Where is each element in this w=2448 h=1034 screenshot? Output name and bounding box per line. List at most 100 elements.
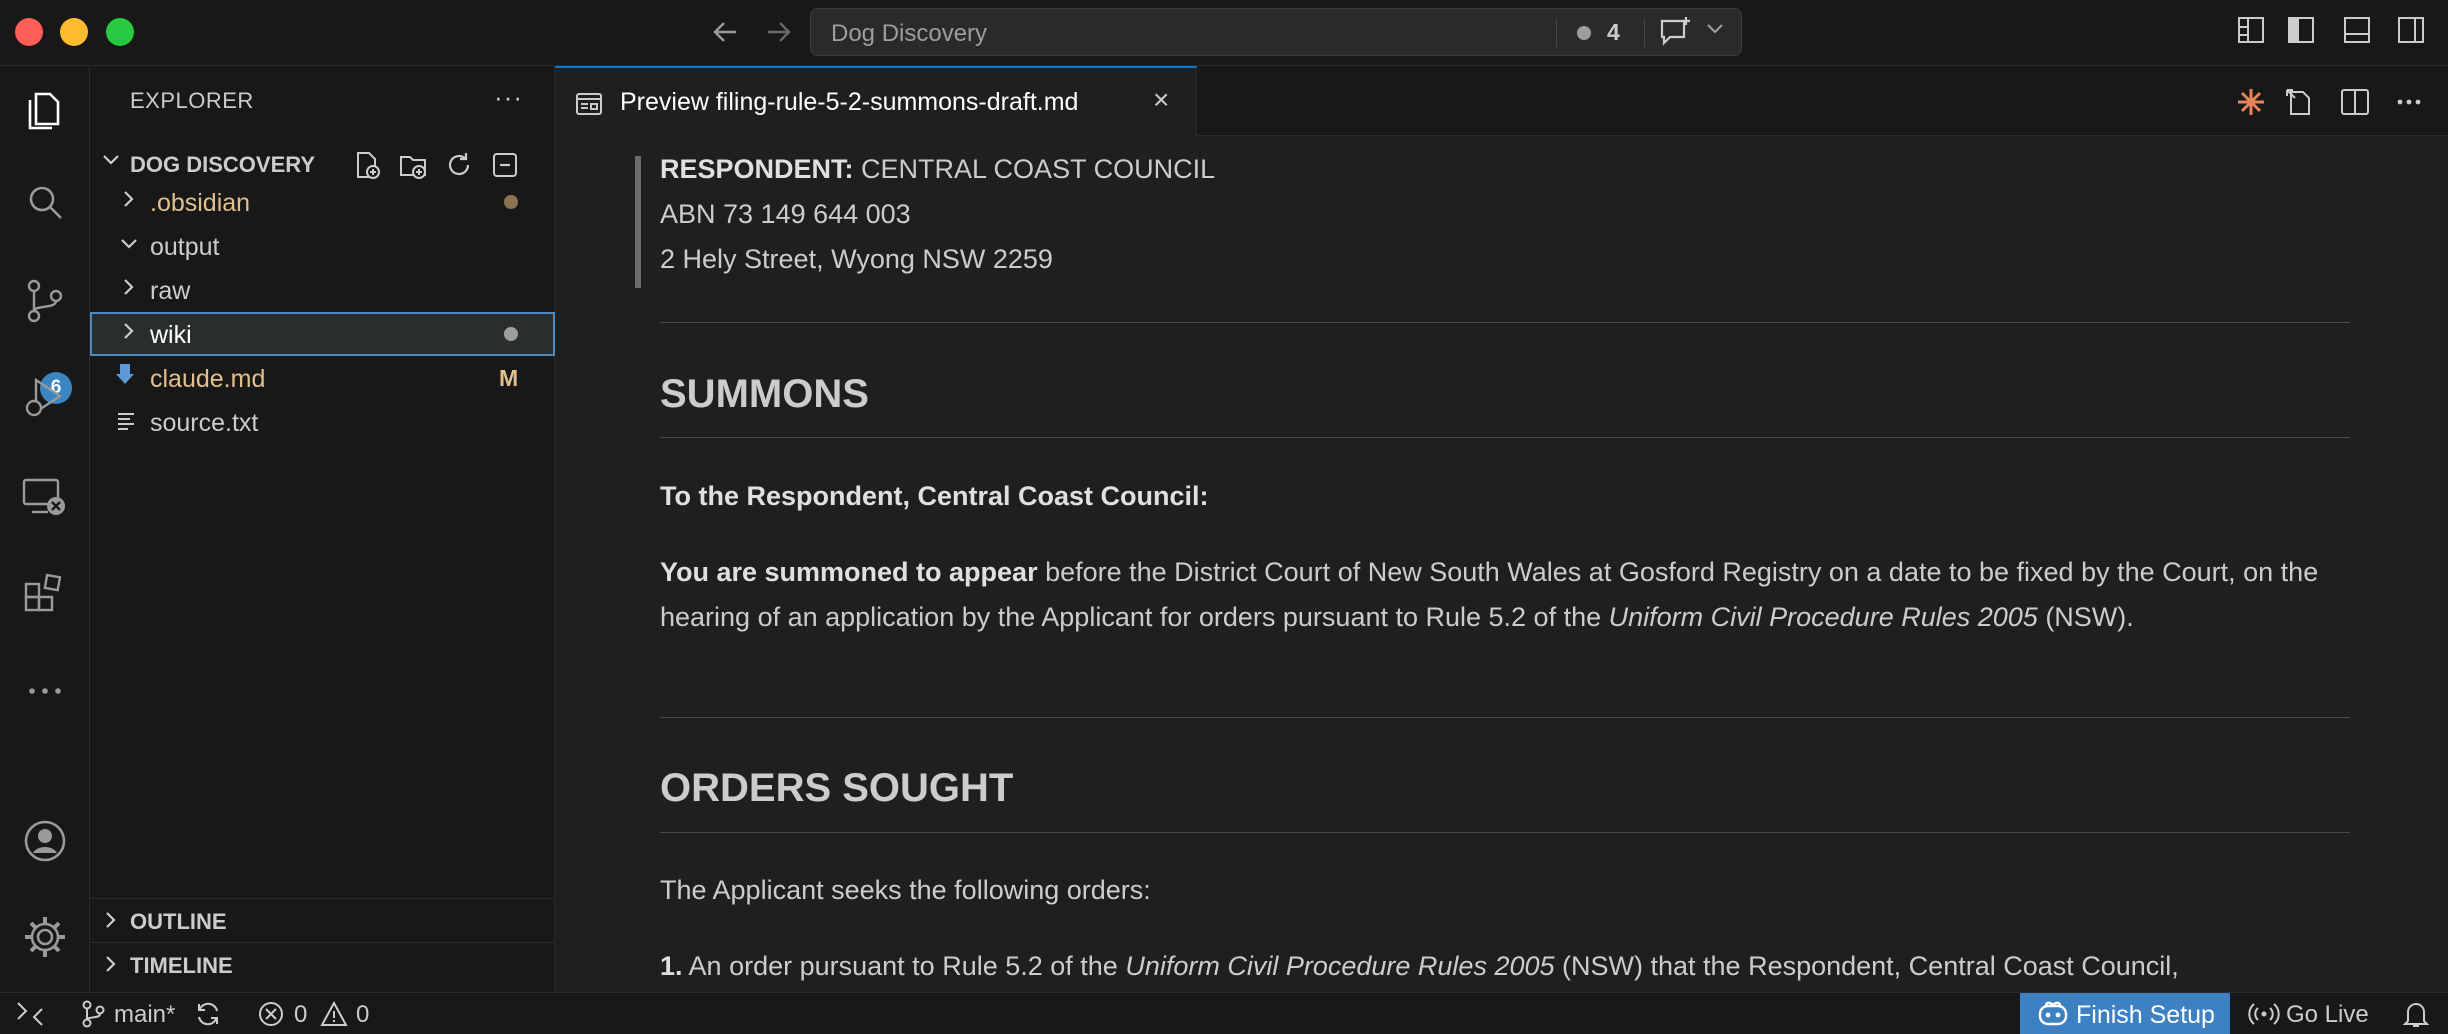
explorer-files-icon[interactable] <box>20 86 70 136</box>
warnings-icon[interactable] <box>320 1000 348 1034</box>
errors-icon[interactable] <box>258 1001 284 1034</box>
explorer-more-icon[interactable]: ··· <box>494 82 523 113</box>
modified-dot-icon <box>504 195 518 209</box>
more-actions-icon[interactable] <box>2393 86 2425 118</box>
explorer-title: EXPLORER <box>130 88 254 113</box>
address-line: 2 Hely Street, Wyong NSW 2259 <box>660 244 1053 274</box>
tree-item-obsidian[interactable]: .obsidian <box>90 180 555 224</box>
remote-explorer-icon[interactable] <box>20 472 70 522</box>
tree-item-output[interactable]: output <box>90 224 555 268</box>
split-editor-icon[interactable] <box>2339 86 2371 118</box>
chevron-right-icon <box>100 909 120 937</box>
tree-item-source-txt[interactable]: source.txt <box>90 400 555 444</box>
timeline-label: TIMELINE <box>130 953 233 978</box>
chevron-down-icon <box>100 148 122 176</box>
errors-count[interactable]: 0 <box>294 1001 307 1029</box>
heading-underline <box>660 832 2350 833</box>
tree-item-raw[interactable]: raw <box>90 268 555 312</box>
outline-section[interactable]: OUTLINE <box>90 898 555 942</box>
minimize-window-button[interactable] <box>60 18 88 46</box>
toggle-primary-sidebar-icon[interactable] <box>2286 15 2316 45</box>
chevron-right-icon <box>118 320 138 348</box>
forward-arrow-icon[interactable] <box>760 14 796 50</box>
timeline-section[interactable]: TIMELINE <box>90 942 555 986</box>
problems-count[interactable]: 4 <box>1607 19 1620 46</box>
search-icon[interactable] <box>20 178 70 228</box>
editor-tab-bar: Preview filing-rule-5-2-summons-draft.md… <box>555 66 2448 136</box>
tree-item-label: raw <box>150 277 191 305</box>
modified-dot-icon <box>504 327 518 341</box>
chevron-right-icon <box>118 188 138 216</box>
branch-name[interactable]: main* <box>114 1001 175 1029</box>
tree-item-label: .obsidian <box>150 189 251 217</box>
problems-dot-icon <box>1577 26 1591 40</box>
run-debug-icon[interactable] <box>20 372 70 422</box>
to-respondent-paragraph: To the Respondent, Central Coast Council… <box>660 481 1209 511</box>
chevron-down-icon <box>118 232 140 260</box>
command-center-label: Dog Discovery <box>831 20 988 47</box>
collapse-all-icon[interactable] <box>490 150 520 180</box>
tree-item-label: output <box>150 233 220 261</box>
go-live-label[interactable]: Go Live <box>2286 1001 2369 1029</box>
settings-gear-icon[interactable] <box>20 912 70 962</box>
finish-setup-label: Finish Setup <box>2076 1001 2215 1029</box>
open-source-file-icon[interactable] <box>2283 86 2315 118</box>
remote-indicator-icon[interactable] <box>14 999 46 1034</box>
copilot-icon <box>2036 1000 2070 1034</box>
status-bar: main* 0 0 Finish Setup Go Live <box>0 992 2448 1034</box>
horizontal-rule <box>660 322 2350 323</box>
finish-setup-button[interactable]: Finish Setup <box>2020 993 2230 1034</box>
source-control-icon[interactable] <box>20 276 70 326</box>
tree-item-label: claude.md <box>150 365 266 393</box>
markdown-preview: RESPONDENT: CENTRAL COAST COUNCIL ABN 73… <box>555 136 2448 992</box>
modified-status-badge: M <box>499 365 519 391</box>
extensions-icon[interactable] <box>20 568 70 618</box>
toggle-panel-icon[interactable] <box>2342 15 2372 45</box>
close-window-button[interactable] <box>15 18 43 46</box>
claude-spark-icon[interactable] <box>2235 86 2267 118</box>
heading-orders-sought: ORDERS SOUGHT <box>660 766 1014 810</box>
warnings-count[interactable]: 0 <box>356 1001 369 1029</box>
respondent-line: RESPONDENT: CENTRAL COAST COUNCIL <box>660 154 1216 184</box>
tree-item-wiki[interactable]: wiki <box>90 312 555 356</box>
refresh-icon[interactable] <box>444 150 474 180</box>
heading-summons: SUMMONS <box>660 372 869 416</box>
abn-line: ABN 73 149 644 003 <box>660 199 911 229</box>
title-bar: Dog Discovery 4 <box>0 0 2448 66</box>
orders-intro-paragraph: The Applicant seeks the following orders… <box>660 875 1151 905</box>
broadcast-icon[interactable] <box>2248 1000 2280 1034</box>
maximize-window-button[interactable] <box>106 18 134 46</box>
text-file-icon <box>116 410 138 438</box>
back-arrow-icon[interactable] <box>708 14 744 50</box>
toggle-secondary-sidebar-icon[interactable] <box>2396 15 2426 45</box>
activity-bar: 6 <box>0 66 90 992</box>
tab-label: Preview filing-rule-5-2-summons-draft.md <box>620 88 1079 116</box>
close-icon[interactable]: × <box>1153 84 1169 116</box>
summons-paragraph: You are summoned to appear before the Di… <box>660 557 2319 632</box>
chat-icon[interactable] <box>1656 15 1696 51</box>
sync-icon[interactable] <box>194 1000 222 1034</box>
more-views-icon[interactable] <box>20 666 70 716</box>
order-1-paragraph: 1. An order pursuant to Rule 5.2 of the … <box>660 951 2179 981</box>
tree-item-label: wiki <box>150 321 192 349</box>
notifications-bell-icon[interactable] <box>2402 999 2430 1034</box>
preview-icon <box>575 90 603 118</box>
download-arrow-icon <box>114 362 136 394</box>
chevron-down-icon[interactable] <box>1704 17 1726 45</box>
tab-preview-summons-draft[interactable]: Preview filing-rule-5-2-summons-draft.md… <box>555 66 1197 136</box>
horizontal-rule <box>660 717 2350 718</box>
branch-icon[interactable] <box>80 1000 106 1034</box>
chevron-right-icon <box>118 276 138 304</box>
tree-item-claude-md[interactable]: claude.md M <box>90 356 555 400</box>
tree-item-label: source.txt <box>150 409 259 437</box>
explorer-sidebar: EXPLORER ··· DOG DISCOVERY .obsidian out… <box>90 66 555 992</box>
heading-underline <box>660 437 2350 438</box>
customize-layout-icon[interactable] <box>2236 15 2266 45</box>
blockquote-bar <box>635 156 641 288</box>
new-file-icon[interactable] <box>352 150 382 180</box>
workspace-folder-name: DOG DISCOVERY <box>130 152 315 177</box>
command-center-search[interactable]: Dog Discovery 4 <box>810 8 1742 56</box>
new-folder-icon[interactable] <box>398 150 428 180</box>
chevron-right-icon <box>100 953 120 981</box>
accounts-icon[interactable] <box>20 816 70 866</box>
